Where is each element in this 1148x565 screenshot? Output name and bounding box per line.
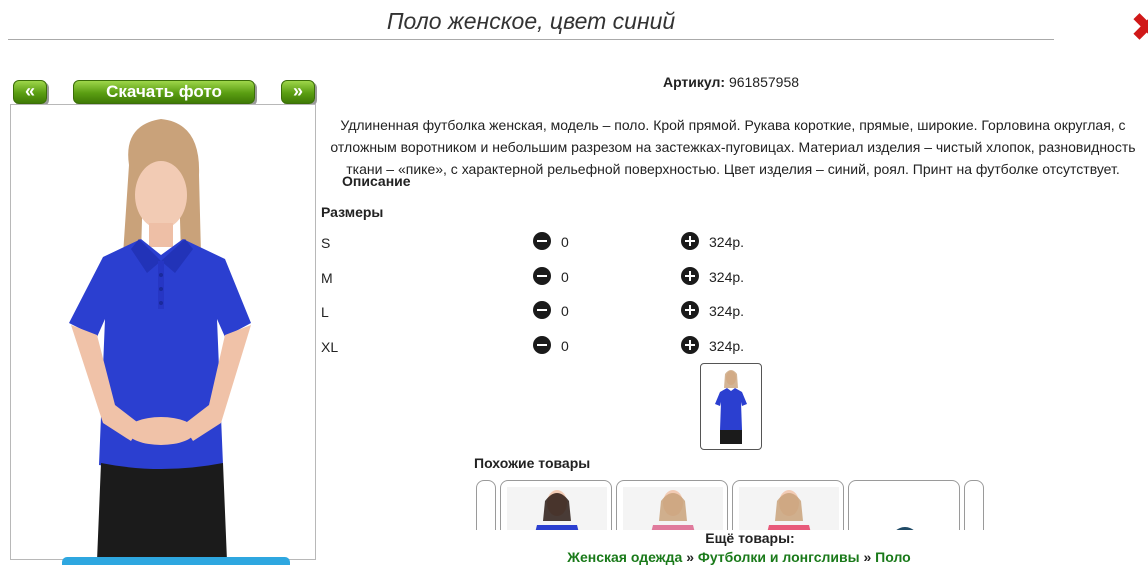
breadcrumb: Женская одежда » Футболки и лонгсливы » … bbox=[500, 549, 978, 565]
sizes-label: Размеры bbox=[321, 204, 384, 220]
similar-product-image bbox=[623, 487, 723, 530]
main-product-photo[interactable] bbox=[10, 104, 316, 560]
similar-product-image bbox=[739, 487, 839, 530]
plus-icon[interactable] bbox=[681, 267, 699, 285]
minus-icon[interactable] bbox=[533, 232, 551, 250]
size-quantity: 0 bbox=[561, 338, 569, 354]
crumb-separator: » bbox=[686, 549, 694, 565]
description-label: Описание bbox=[342, 173, 411, 189]
similar-product-image bbox=[896, 527, 914, 530]
size-row-xl: XL 0 324р. bbox=[321, 336, 821, 358]
similar-product-card[interactable] bbox=[500, 480, 612, 530]
crumb-separator: » bbox=[863, 549, 872, 565]
similar-product-image bbox=[507, 487, 607, 530]
plus-icon[interactable] bbox=[681, 336, 699, 354]
size-row-m: M 0 324р. bbox=[321, 267, 821, 289]
model-photo-illustration bbox=[11, 105, 315, 559]
similar-products-label: Похожие товары bbox=[474, 455, 591, 471]
product-description: Удлиненная футболка женская, модель – по… bbox=[330, 117, 1136, 177]
carousel-prev-button[interactable] bbox=[476, 480, 496, 530]
close-x-icon[interactable]: ✖ bbox=[1130, 8, 1148, 48]
size-name: L bbox=[321, 304, 329, 320]
similar-products-carousel bbox=[476, 480, 988, 530]
crumb-polo[interactable]: Поло bbox=[875, 549, 911, 565]
size-name: XL bbox=[321, 339, 339, 355]
size-quantity: 0 bbox=[561, 234, 569, 250]
thumbnail-illustration bbox=[715, 370, 747, 444]
more-products: Ещё товары: bbox=[600, 530, 900, 546]
size-price: 324р. bbox=[709, 269, 745, 285]
plus-icon[interactable] bbox=[681, 232, 699, 250]
crumb-womens-clothing[interactable]: Женская одежда bbox=[567, 549, 682, 565]
size-price: 324р. bbox=[709, 338, 745, 354]
next-photo-button[interactable]: » bbox=[281, 80, 315, 104]
crumb-tshirts-longsleeves[interactable]: Футболки и лонгсливы bbox=[698, 549, 860, 565]
article-value: 961857958 bbox=[728, 74, 800, 90]
size-price: 324р. bbox=[709, 234, 745, 250]
size-quantity: 0 bbox=[561, 303, 569, 319]
size-row-s: S 0 324р. bbox=[321, 232, 821, 254]
more-products-label: Ещё товары: bbox=[705, 530, 795, 546]
size-quantity: 0 bbox=[561, 269, 569, 285]
minus-icon[interactable] bbox=[533, 336, 551, 354]
page-title: Поло женское, цвет синий bbox=[8, 6, 1054, 40]
prev-photo-button[interactable]: « bbox=[13, 80, 47, 104]
minus-icon[interactable] bbox=[533, 267, 551, 285]
article-label: Артикул: bbox=[662, 74, 726, 90]
minus-icon[interactable] bbox=[533, 301, 551, 319]
photo-scrollbar[interactable] bbox=[62, 557, 290, 565]
size-name: S bbox=[321, 235, 331, 251]
photo-thumbnail[interactable] bbox=[700, 363, 762, 450]
similar-product-card[interactable] bbox=[732, 480, 844, 530]
size-name: M bbox=[321, 270, 333, 286]
size-price: 324р. bbox=[709, 303, 745, 319]
plus-icon[interactable] bbox=[681, 301, 699, 319]
product-page: Поло женское, цвет синий ✖ « Скачать фот… bbox=[0, 0, 1148, 565]
download-photo-button[interactable]: Скачать фото bbox=[73, 80, 255, 104]
similar-product-card[interactable] bbox=[848, 480, 960, 530]
carousel-next-button[interactable] bbox=[964, 480, 984, 530]
article-line: Артикул: 961857958 bbox=[321, 74, 1141, 90]
size-row-l: L 0 324р. bbox=[321, 301, 821, 323]
similar-product-card[interactable] bbox=[616, 480, 728, 530]
